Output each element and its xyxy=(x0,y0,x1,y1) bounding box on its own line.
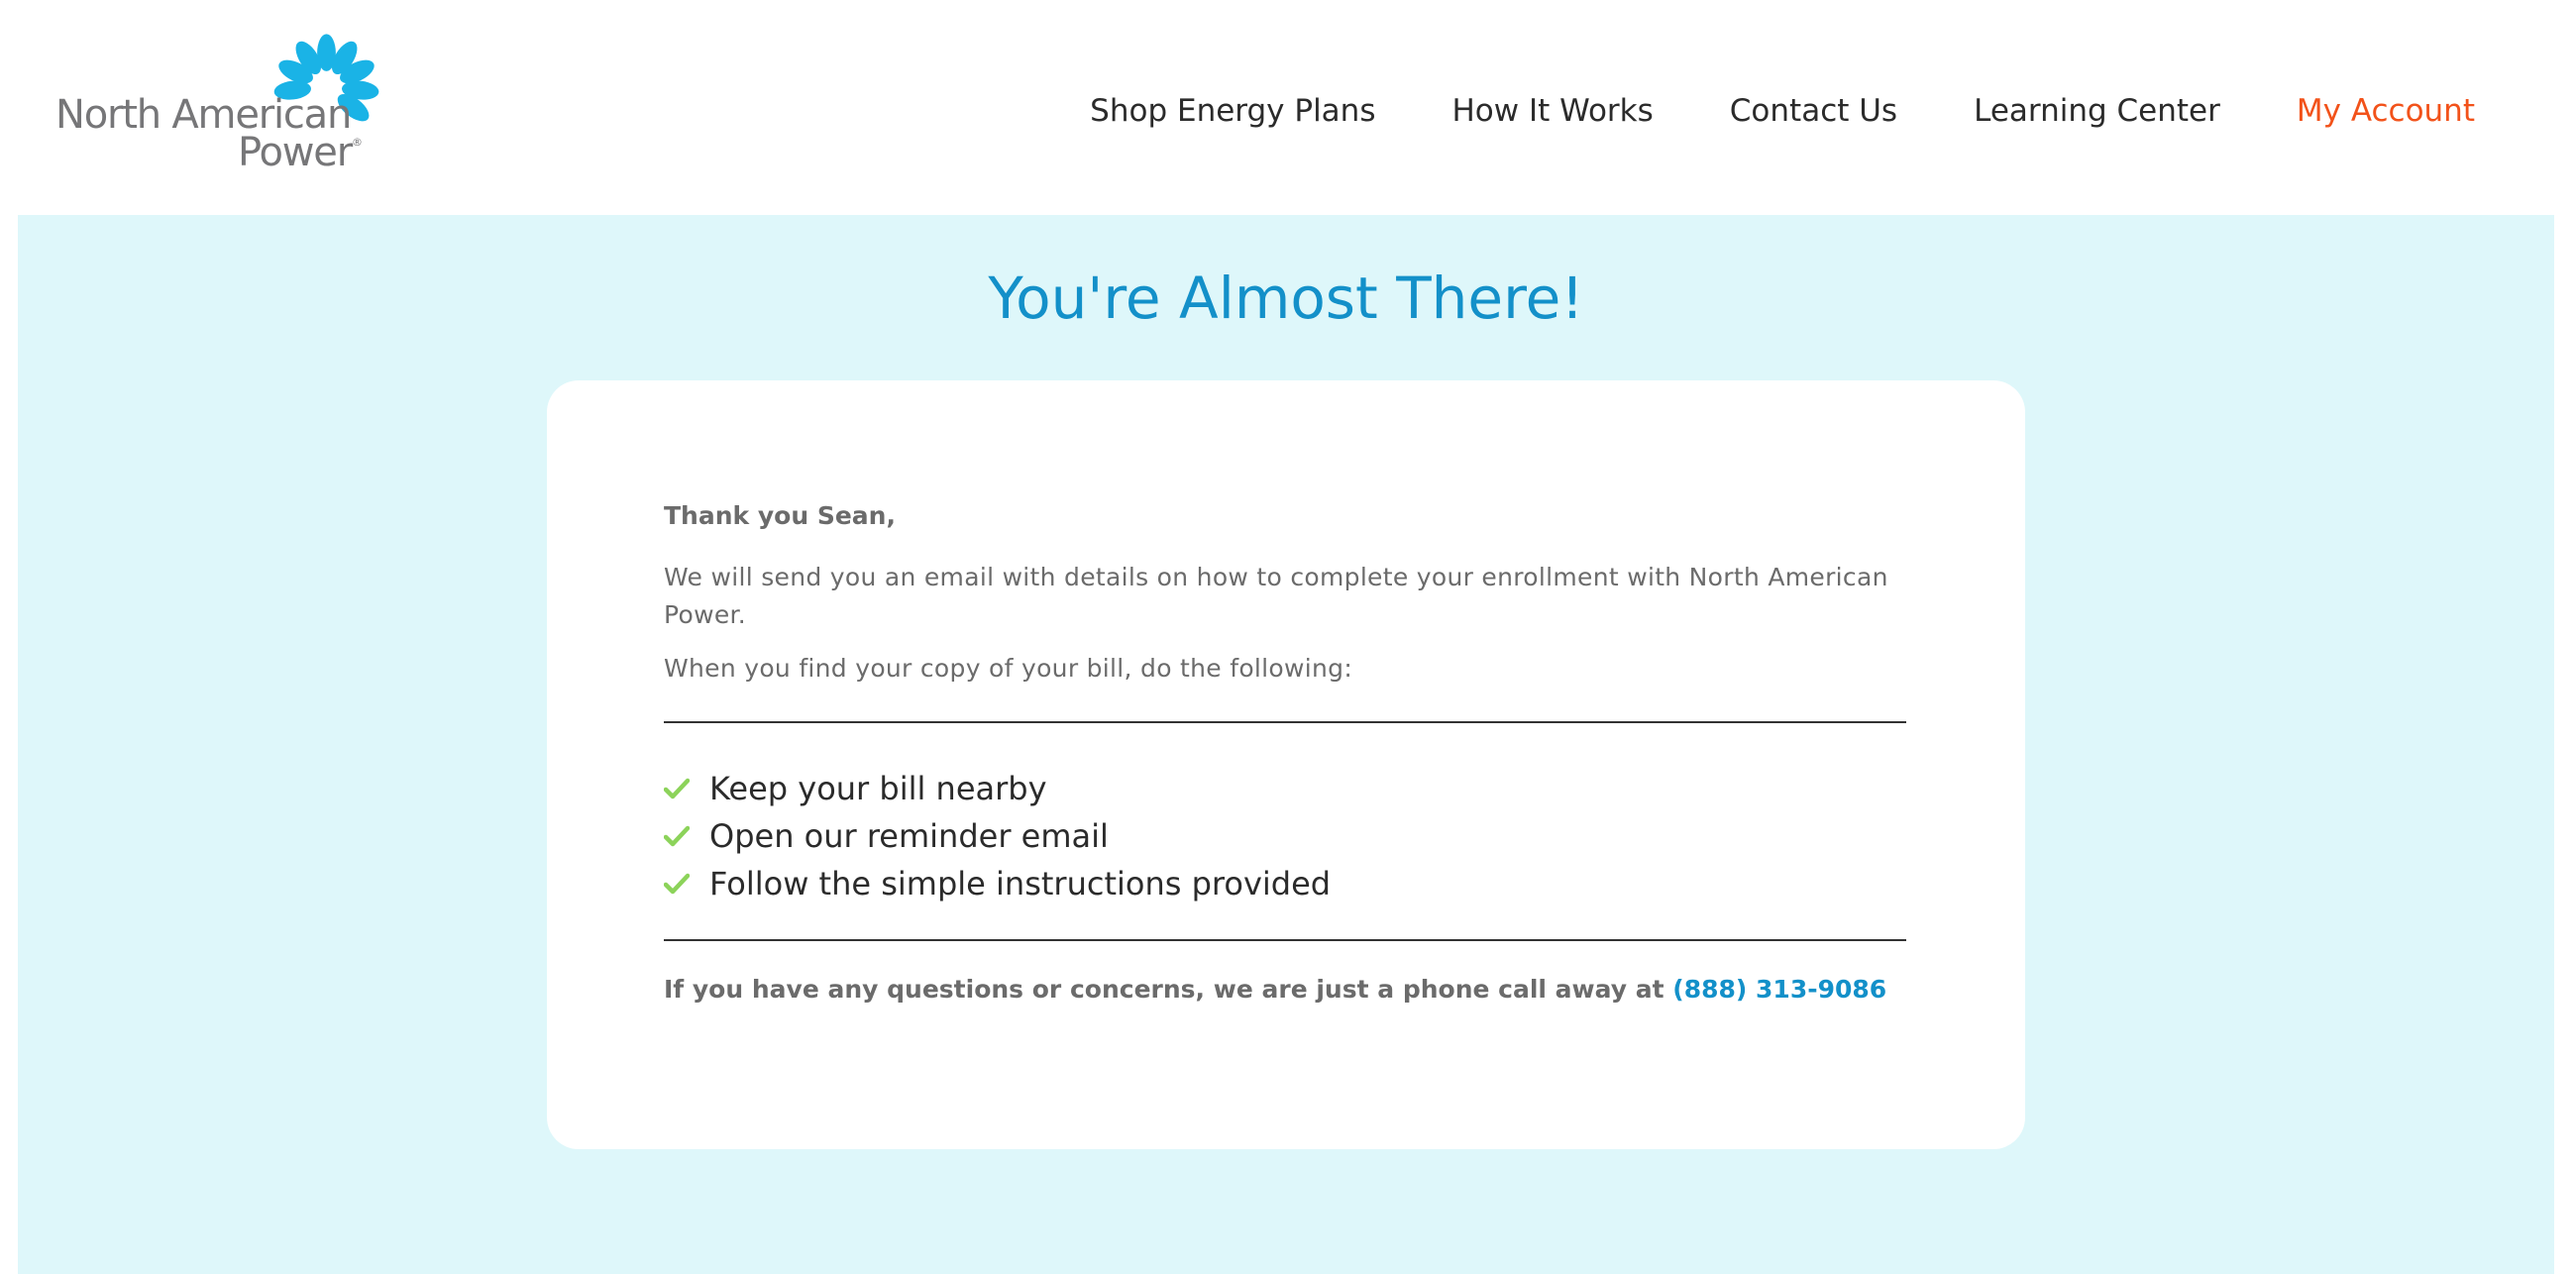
checklist-item-text: Open our reminder email xyxy=(709,817,1109,855)
logo-wordmark-line1: North American xyxy=(55,92,352,138)
checklist-item: Follow the simple instructions provided xyxy=(664,860,1331,907)
check-icon xyxy=(664,825,690,847)
nav-how-it-works[interactable]: How It Works xyxy=(1451,91,1653,131)
main-nav: Shop Energy Plans How It Works Contact U… xyxy=(1090,91,2475,131)
north-american-power-logo[interactable]: North American Power® xyxy=(52,30,388,173)
nav-learning-center[interactable]: Learning Center xyxy=(1974,91,2220,131)
bill-instructions-intro: When you find your copy of your bill, do… xyxy=(664,654,1353,683)
checklist: Keep your bill nearby Open our reminder … xyxy=(664,765,1331,907)
site-header: North American Power® Shop Energy Plans … xyxy=(0,0,2576,215)
checklist-item-text: Keep your bill nearby xyxy=(709,770,1047,807)
logo-wordmark-line2: Power® xyxy=(238,130,363,175)
divider-bottom xyxy=(664,939,1906,941)
confirmation-section: You're Almost There! Thank you Sean, We … xyxy=(18,215,2554,1274)
nav-my-account[interactable]: My Account xyxy=(2297,91,2475,131)
confirmation-card: Thank you Sean, We will send you an emai… xyxy=(547,380,2025,1149)
nav-shop-energy-plans[interactable]: Shop Energy Plans xyxy=(1090,91,1375,131)
contact-text: If you have any questions or concerns, w… xyxy=(664,975,1664,1004)
page-title: You're Almost There! xyxy=(988,265,1584,332)
check-icon xyxy=(664,778,690,799)
divider-top xyxy=(664,721,1906,723)
nav-contact-us[interactable]: Contact Us xyxy=(1730,91,1897,131)
registered-mark: ® xyxy=(351,136,363,149)
logo-wordmark-power: Power xyxy=(238,130,353,175)
checklist-item: Keep your bill nearby xyxy=(664,765,1331,812)
enrollment-email-message: We will send you an email with details o… xyxy=(664,563,1888,629)
contact-line: If you have any questions or concerns, w… xyxy=(664,975,1886,1004)
checklist-item: Open our reminder email xyxy=(664,812,1331,860)
checklist-item-text: Follow the simple instructions provided xyxy=(709,865,1332,902)
check-icon xyxy=(664,873,690,895)
greeting-text: Thank you Sean, xyxy=(664,501,896,530)
phone-number-link[interactable]: (888) 313-9086 xyxy=(1672,975,1886,1004)
